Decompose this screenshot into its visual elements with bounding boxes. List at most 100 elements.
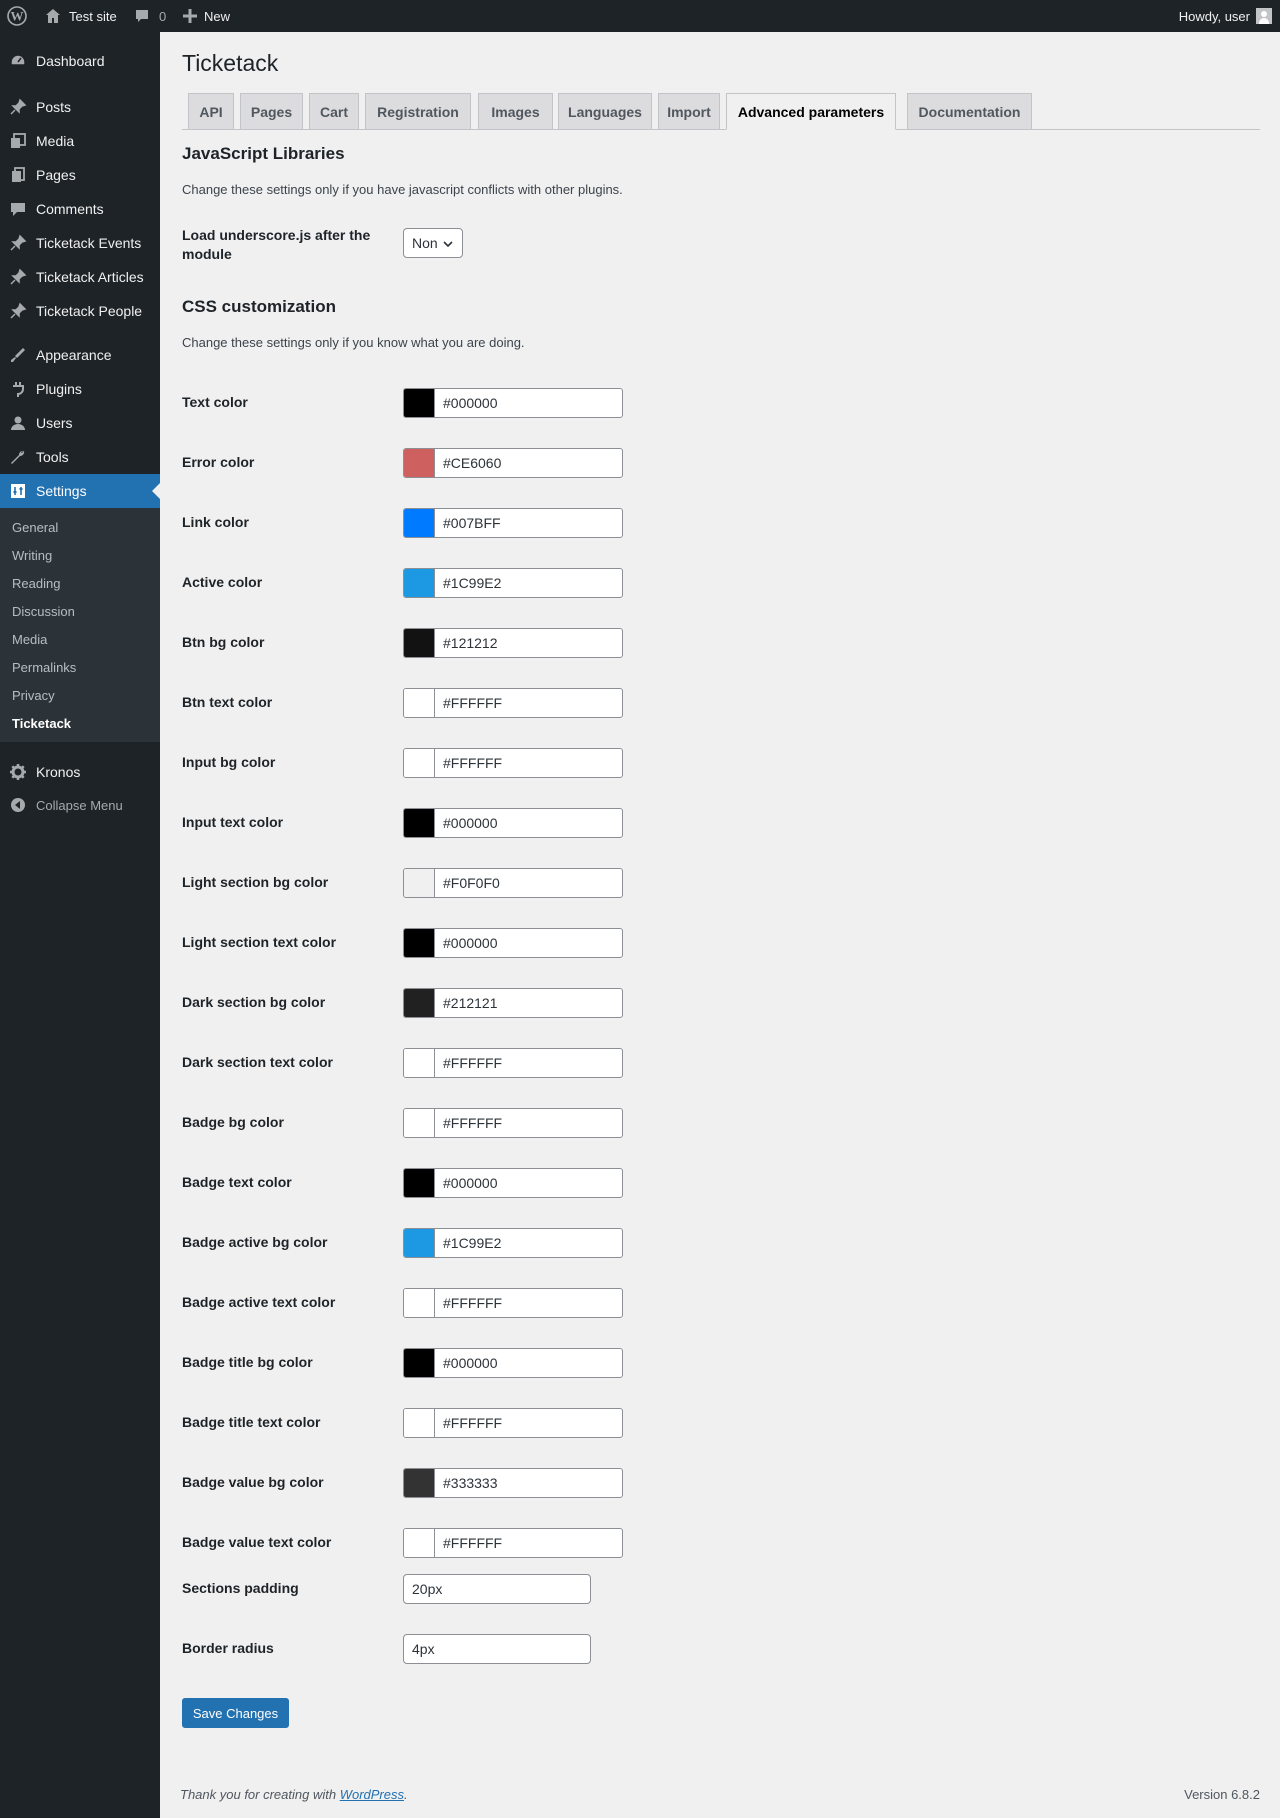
badge-bg-color-picker[interactable]: #FFFFFF: [403, 1108, 623, 1138]
light-section-text-color-picker[interactable]: #000000: [403, 928, 623, 958]
sidebar-item-comments[interactable]: Comments: [0, 192, 160, 226]
submenu-item-ticketack[interactable]: Ticketack: [12, 713, 71, 733]
dark-section-bg-color-input[interactable]: #212121: [435, 989, 622, 1017]
dark-section-text-color-picker[interactable]: #FFFFFF: [403, 1048, 623, 1078]
badge-title-text-color-input[interactable]: #FFFFFF: [435, 1409, 622, 1437]
sidebar-item-ticketack-people[interactable]: Ticketack People: [0, 294, 160, 328]
tab-images[interactable]: Images: [478, 93, 553, 129]
color-swatch[interactable]: [404, 869, 435, 897]
btn-text-color-input[interactable]: #FFFFFF: [435, 689, 622, 717]
color-swatch[interactable]: [404, 1229, 435, 1257]
badge-title-text-color-picker[interactable]: #FFFFFF: [403, 1408, 623, 1438]
submenu-item-media[interactable]: Media: [12, 629, 47, 649]
color-swatch[interactable]: [404, 449, 435, 477]
color-swatch[interactable]: [404, 1289, 435, 1317]
sidebar-item-kronos[interactable]: Kronos: [0, 755, 160, 789]
submenu-item-permalinks[interactable]: Permalinks: [12, 657, 76, 677]
sidebar-item-pages[interactable]: Pages: [0, 158, 160, 192]
color-swatch[interactable]: [404, 929, 435, 957]
new-content-link[interactable]: New: [180, 0, 230, 32]
text-color-input[interactable]: #000000: [435, 389, 622, 417]
text-color-picker[interactable]: #000000: [403, 388, 623, 418]
color-swatch[interactable]: [404, 1169, 435, 1197]
sidebar-item-ticketack-events[interactable]: Ticketack Events: [0, 226, 160, 260]
link-color-input[interactable]: #007BFF: [435, 509, 622, 537]
link-color-picker[interactable]: #007BFF: [403, 508, 623, 538]
active-color-input[interactable]: #1C99E2: [435, 569, 622, 597]
light-section-text-color-input[interactable]: #000000: [435, 929, 622, 957]
badge-text-color-picker[interactable]: #000000: [403, 1168, 623, 1198]
save-changes-button[interactable]: Save Changes: [182, 1698, 289, 1728]
color-swatch[interactable]: [404, 1049, 435, 1077]
light-section-bg-color-input[interactable]: #F0F0F0: [435, 869, 622, 897]
color-swatch[interactable]: [404, 749, 435, 777]
submenu-item-writing[interactable]: Writing: [12, 545, 52, 565]
color-swatch[interactable]: [404, 389, 435, 417]
tab-advanced-parameters[interactable]: Advanced parameters: [726, 93, 896, 130]
input-text-color-input[interactable]: #000000: [435, 809, 622, 837]
color-swatch[interactable]: [404, 689, 435, 717]
collapse-menu-button[interactable]: Collapse Menu: [0, 788, 160, 822]
sidebar-item-users[interactable]: Users: [0, 406, 160, 440]
input-bg-color-input[interactable]: #FFFFFF: [435, 749, 622, 777]
color-swatch[interactable]: [404, 629, 435, 657]
input-text-color-picker[interactable]: #000000: [403, 808, 623, 838]
tab-pages[interactable]: Pages: [240, 93, 303, 129]
color-swatch[interactable]: [404, 1469, 435, 1497]
badge-value-text-color-input[interactable]: #FFFFFF: [435, 1529, 622, 1557]
dark-section-bg-color-picker[interactable]: #212121: [403, 988, 623, 1018]
badge-value-bg-color-input[interactable]: #333333: [435, 1469, 622, 1497]
color-swatch[interactable]: [404, 809, 435, 837]
sidebar-item-plugins[interactable]: Plugins: [0, 372, 160, 406]
sidebar-item-dashboard[interactable]: Dashboard: [0, 44, 160, 78]
submenu-item-privacy[interactable]: Privacy: [12, 685, 55, 705]
badge-active-bg-color-input[interactable]: #1C99E2: [435, 1229, 622, 1257]
btn-bg-color-picker[interactable]: #121212: [403, 628, 623, 658]
color-swatch[interactable]: [404, 1529, 435, 1557]
tab-cart[interactable]: Cart: [309, 93, 359, 129]
color-swatch[interactable]: [404, 1349, 435, 1377]
badge-bg-color-input[interactable]: #FFFFFF: [435, 1109, 622, 1137]
comments-link[interactable]: 0: [132, 0, 166, 32]
tab-api[interactable]: API: [188, 93, 234, 129]
sections-padding-input[interactable]: 20px: [403, 1574, 591, 1604]
badge-text-color-input[interactable]: #000000: [435, 1169, 622, 1197]
color-swatch[interactable]: [404, 569, 435, 597]
wordpress-logo-icon[interactable]: W: [7, 0, 27, 32]
error-color-picker[interactable]: #CE6060: [403, 448, 623, 478]
sidebar-item-tools[interactable]: Tools: [0, 440, 160, 474]
underscore-select[interactable]: Non: [403, 228, 463, 258]
sidebar-item-settings[interactable]: Settings: [0, 474, 160, 508]
btn-text-color-picker[interactable]: #FFFFFF: [403, 688, 623, 718]
tab-registration[interactable]: Registration: [365, 93, 471, 129]
badge-active-text-color-input[interactable]: #FFFFFF: [435, 1289, 622, 1317]
badge-active-bg-color-picker[interactable]: #1C99E2: [403, 1228, 623, 1258]
active-color-picker[interactable]: #1C99E2: [403, 568, 623, 598]
site-name-link[interactable]: Test site: [43, 0, 117, 32]
input-bg-color-picker[interactable]: #FFFFFF: [403, 748, 623, 778]
dark-section-text-color-input[interactable]: #FFFFFF: [435, 1049, 622, 1077]
color-swatch[interactable]: [404, 509, 435, 537]
color-swatch[interactable]: [404, 989, 435, 1017]
tab-languages[interactable]: Languages: [558, 93, 652, 129]
badge-value-bg-color-picker[interactable]: #333333: [403, 1468, 623, 1498]
sidebar-item-appearance[interactable]: Appearance: [0, 338, 160, 372]
color-swatch[interactable]: [404, 1409, 435, 1437]
badge-title-bg-color-input[interactable]: #000000: [435, 1349, 622, 1377]
tab-documentation[interactable]: Documentation: [907, 93, 1032, 129]
submenu-item-general[interactable]: General: [12, 517, 58, 537]
border-radius-input[interactable]: 4px: [403, 1634, 591, 1664]
my-account-link[interactable]: Howdy, user: [1179, 0, 1272, 32]
light-section-bg-color-picker[interactable]: #F0F0F0: [403, 868, 623, 898]
sidebar-item-ticketack-articles[interactable]: Ticketack Articles: [0, 260, 160, 294]
badge-active-text-color-picker[interactable]: #FFFFFF: [403, 1288, 623, 1318]
badge-title-bg-color-picker[interactable]: #000000: [403, 1348, 623, 1378]
wordpress-link[interactable]: WordPress: [340, 1787, 404, 1802]
sidebar-item-posts[interactable]: Posts: [0, 90, 160, 124]
submenu-item-reading[interactable]: Reading: [12, 573, 60, 593]
submenu-item-discussion[interactable]: Discussion: [12, 601, 75, 621]
error-color-input[interactable]: #CE6060: [435, 449, 622, 477]
btn-bg-color-input[interactable]: #121212: [435, 629, 622, 657]
sidebar-item-media[interactable]: Media: [0, 124, 160, 158]
color-swatch[interactable]: [404, 1109, 435, 1137]
